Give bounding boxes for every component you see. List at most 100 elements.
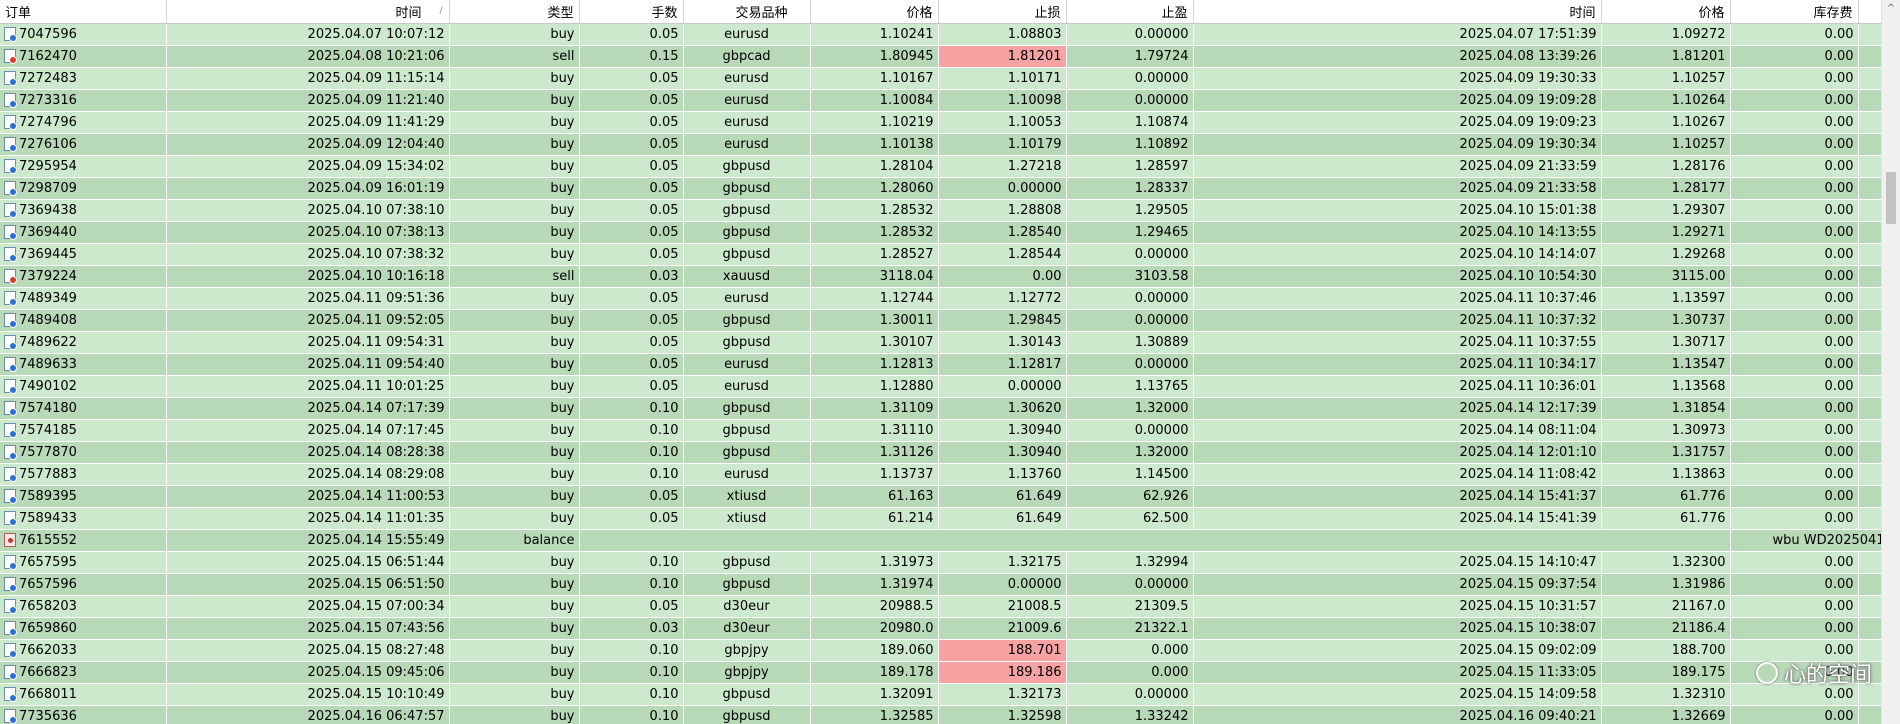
- table-row[interactable]: 7735636 2025.04.16 06:47:57 buy 0.10 gbpusd 1…: [0, 705, 1882, 724]
- scroll-up-arrow-icon[interactable]: ^: [1882, 0, 1900, 18]
- cell-close-price: 1.31854: [1601, 397, 1731, 420]
- cell-open-time: 2025.04.15 06:51:44: [166, 551, 450, 574]
- cell-profit: 36.30: [1858, 309, 1882, 332]
- table-row[interactable]: 7298709 2025.04.09 16:01:19 buy 0.05 gbpusd 1…: [0, 177, 1882, 200]
- table-row[interactable]: 7574185 2025.04.14 07:17:45 buy 0.10 gbpusd 1…: [0, 419, 1882, 442]
- table-row[interactable]: 7489633 2025.04.11 09:54:40 buy 0.05 eurusd 1…: [0, 353, 1882, 376]
- table-row[interactable]: 7489622 2025.04.11 09:54:31 buy 0.05 gbpusd 1…: [0, 331, 1882, 354]
- column-header-order[interactable]: 订单: [0, 0, 167, 24]
- cell-take-profit: 0.000: [1066, 639, 1194, 662]
- table-row[interactable]: 7162470 2025.04.08 10:21:06 sell 0.15 gbpcad…: [0, 45, 1882, 68]
- column-header-profit[interactable]: 获利: [1858, 0, 1882, 24]
- order-id: 7047596: [19, 27, 77, 42]
- table-row[interactable]: 7276106 2025.04.09 12:04:40 buy 0.05 eurusd 1…: [0, 133, 1882, 156]
- cell-empty: [579, 529, 1731, 552]
- cell-volume: 0.03: [579, 265, 684, 288]
- cell-open-time: 2025.04.15 10:10:49: [166, 683, 450, 706]
- cell-close-price: 1.30717: [1601, 331, 1731, 354]
- cell-take-profit: 62.500: [1066, 507, 1194, 530]
- table-row[interactable]: 7489349 2025.04.11 09:51:36 buy 0.05 eurusd 1…: [0, 287, 1882, 310]
- table-row[interactable]: 7577870 2025.04.14 08:28:38 buy 0.10 gbpusd 1…: [0, 441, 1882, 464]
- cell-type: buy: [449, 375, 580, 398]
- table-row[interactable]: 7657595 2025.04.15 06:51:44 buy 0.10 gbpusd 1…: [0, 551, 1882, 574]
- column-header-open-price[interactable]: 价格: [810, 0, 939, 24]
- cell-profit: 38.75: [1858, 199, 1882, 222]
- cell-close-time: 2025.04.14 08:11:04: [1193, 419, 1602, 442]
- cell-symbol: eurusd: [683, 463, 811, 486]
- table-row[interactable]: 7589433 2025.04.14 11:01:35 buy 0.05 xtiusd 6…: [0, 507, 1882, 530]
- cell-stop-loss: 1.10098: [938, 89, 1067, 112]
- table-row[interactable]: 7274796 2025.04.09 11:41:29 buy 0.05 eurusd 1…: [0, 111, 1882, 134]
- cell-symbol: gbpusd: [683, 243, 811, 266]
- table-row[interactable]: 7295954 2025.04.09 15:34:02 buy 0.05 gbpusd 1…: [0, 155, 1882, 178]
- column-header-close-price[interactable]: 价格: [1601, 0, 1731, 24]
- cell-stop-loss: 1.81201: [938, 45, 1067, 68]
- buy-order-icon: [4, 489, 17, 504]
- table-row[interactable]: 7369445 2025.04.10 07:38:32 buy 0.05 gbpusd 1…: [0, 243, 1882, 266]
- cell-profit: 30.65: [1858, 485, 1882, 508]
- cell-order: 7662033: [0, 639, 167, 662]
- cell-open-price: 1.10219: [810, 111, 939, 134]
- cell-close-time: 2025.04.15 10:38:07: [1193, 617, 1602, 640]
- cell-close-time: 2025.04.15 09:02:09: [1193, 639, 1602, 662]
- cell-type: sell: [449, 45, 580, 68]
- column-header-open-time[interactable]: 时间 /: [166, 0, 450, 24]
- cell-take-profit: 0.00000: [1066, 243, 1194, 266]
- table-row[interactable]: 7589395 2025.04.14 11:00:53 buy 0.05 xtiusd 6…: [0, 485, 1882, 508]
- order-id: 7489622: [19, 335, 77, 350]
- table-row[interactable]: 7657596 2025.04.15 06:51:50 buy 0.10 gbpusd 1…: [0, 573, 1882, 596]
- vertical-scrollbar[interactable]: ^: [1881, 0, 1900, 724]
- table-row[interactable]: 7658203 2025.04.15 07:00:34 buy 0.05 d30eur 2…: [0, 595, 1882, 618]
- table-row[interactable]: 7662033 2025.04.15 08:27:48 buy 0.10 gbpjpy 1…: [0, 639, 1882, 662]
- cell-close-price: 1.32310: [1601, 683, 1731, 706]
- column-header-type[interactable]: 类型: [449, 0, 580, 24]
- cell-close-time: 2025.04.10 10:54:30: [1193, 265, 1602, 288]
- cell-swap: 0.00: [1730, 199, 1859, 222]
- table-row[interactable]: 7574180 2025.04.14 07:17:39 buy 0.10 gbpusd 1…: [0, 397, 1882, 420]
- cell-symbol: eurusd: [683, 111, 811, 134]
- column-header-close-time[interactable]: 时间: [1193, 0, 1602, 24]
- column-header-symbol[interactable]: 交易品种: [683, 0, 811, 24]
- cell-take-profit: 1.10874: [1066, 111, 1194, 134]
- cell-open-time: 2025.04.08 10:21:06: [166, 45, 450, 68]
- table-row[interactable]: 7369438 2025.04.10 07:38:10 buy 0.05 gbpusd 1…: [0, 199, 1882, 222]
- table-row[interactable]: 7272483 2025.04.09 11:15:14 buy 0.05 eurusd 1…: [0, 67, 1882, 90]
- table-row[interactable]: 7489408 2025.04.11 09:52:05 buy 0.05 gbpusd 1…: [0, 309, 1882, 332]
- scrollbar-thumb[interactable]: [1886, 172, 1896, 224]
- table-header-row: 订单 时间/ 类型 手数 交易品种 价格 止损 止盈 时间 价格 库存费 获利: [0, 0, 1882, 24]
- column-header-take-profit[interactable]: 止盈: [1066, 0, 1194, 24]
- cell-volume: 0.05: [579, 331, 684, 354]
- cell-close-time: 2025.04.11 10:37:32: [1193, 309, 1602, 332]
- cell-order: 7589395: [0, 485, 167, 508]
- table-row[interactable]: 7379224 2025.04.10 10:16:18 sell 0.03 xauusd…: [0, 265, 1882, 288]
- cell-type: buy: [449, 617, 580, 640]
- table-row-balance[interactable]: 7615552 2025.04.14 15:55:49 balance wbu WD2…: [0, 529, 1882, 552]
- cell-stop-loss: 1.12772: [938, 287, 1067, 310]
- cell-order: 7295954: [0, 155, 167, 178]
- cell-volume: 0.05: [579, 353, 684, 376]
- table-row[interactable]: 7666823 2025.04.15 09:45:06 buy 0.10 gbpjpy 1…: [0, 661, 1882, 684]
- table-row[interactable]: 7273316 2025.04.09 11:21:40 buy 0.05 eurusd 1…: [0, 89, 1882, 112]
- table-row[interactable]: 7659860 2025.04.15 07:43:56 buy 0.03 d30eur 2…: [0, 617, 1882, 640]
- cell-close-price: 3115.00: [1601, 265, 1731, 288]
- cell-symbol: gbpusd: [683, 573, 811, 596]
- table-row[interactable]: 7577883 2025.04.14 08:29:08 buy 0.10 eurusd 1…: [0, 463, 1882, 486]
- cell-symbol: gbpcad: [683, 45, 811, 68]
- column-header-stop-loss[interactable]: 止损: [938, 0, 1067, 24]
- cell-order: 7574180: [0, 397, 167, 420]
- table-row[interactable]: 7369440 2025.04.10 07:38:13 buy 0.05 gbpusd 1…: [0, 221, 1882, 244]
- cell-stop-loss: 1.13760: [938, 463, 1067, 486]
- table-row[interactable]: 7047596 2025.04.07 10:07:12 buy 0.05 eurusd 1…: [0, 23, 1882, 46]
- cell-close-price: 61.776: [1601, 485, 1731, 508]
- cell-open-price: 1.28060: [810, 177, 939, 200]
- cell-stop-loss: 1.28544: [938, 243, 1067, 266]
- cell-type: buy: [449, 639, 580, 662]
- cell-order: 7489633: [0, 353, 167, 376]
- cell-open-price: 189.060: [810, 639, 939, 662]
- table-row[interactable]: 7668011 2025.04.15 10:10:49 buy 0.10 gbpusd 1…: [0, 683, 1882, 706]
- column-header-swap[interactable]: 库存费: [1730, 0, 1859, 24]
- cell-stop-loss: 1.30940: [938, 419, 1067, 442]
- cell-symbol: eurusd: [683, 133, 811, 156]
- column-header-volume[interactable]: 手数: [579, 0, 684, 24]
- table-row[interactable]: 7490102 2025.04.11 10:01:25 buy 0.05 eurusd 1…: [0, 375, 1882, 398]
